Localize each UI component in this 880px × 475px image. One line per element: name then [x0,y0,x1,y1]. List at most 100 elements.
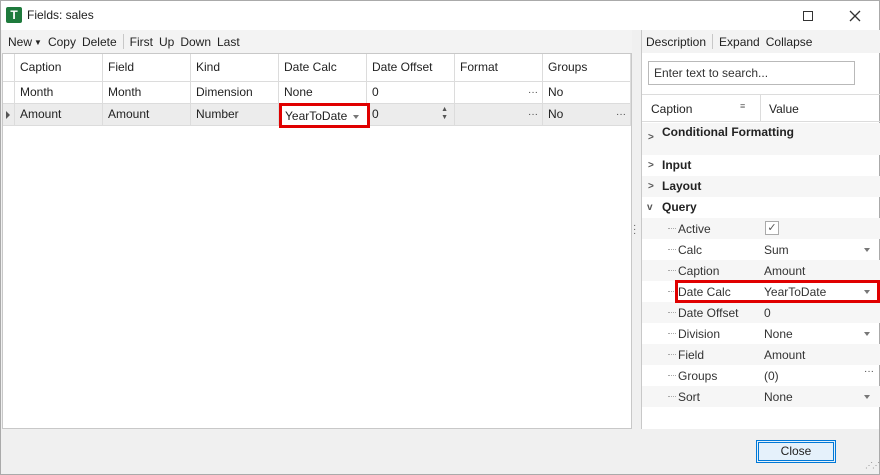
down-button[interactable]: Down [180,35,211,49]
field-cell[interactable]: Amount [103,104,191,126]
close-icon [849,10,861,21]
tree-line [668,354,676,355]
ellipsis-icon[interactable]: ··· [616,104,626,125]
tree-line [668,270,676,271]
description-button[interactable]: Description [646,35,706,49]
date-calc-cell[interactable]: None [279,82,367,104]
property-label: Date Offset [678,306,739,320]
chevron-down-icon[interactable] [864,248,870,252]
chevron-down-icon[interactable]: v [647,202,653,213]
kind-cell[interactable]: Number [191,104,279,126]
property-row-field[interactable]: Field Amount [642,344,880,365]
column-header[interactable]: Caption [15,54,103,82]
column-header[interactable]: Date Calc [279,54,367,82]
tree-line [668,228,676,229]
property-row-caption[interactable]: Caption Amount [642,260,880,281]
sort-icon[interactable]: ≡ [740,101,745,111]
header-separator [760,95,761,122]
property-value[interactable]: None [764,390,793,404]
property-value[interactable]: Amount [764,348,805,362]
category-label: Conditional Formatting [662,125,794,139]
property-value[interactable]: Amount [764,264,805,278]
groups-value: No [548,107,564,121]
column-header[interactable]: Format [455,54,543,82]
tree-line [668,396,676,397]
spin-icon[interactable]: ▲ ▼ [441,106,448,122]
grid-header: Caption Field Kind Date Calc Date Offset… [3,54,631,82]
grid-toolbar: New ▼ Copy Delete First Up Down Last [2,30,632,53]
property-value[interactable]: (0) [764,369,779,383]
format-cell[interactable]: ··· [455,104,543,126]
date-calc-highlight [675,280,880,303]
category-query[interactable]: v Query [642,197,880,218]
property-grid-header: Caption ≡ Value [642,94,880,122]
first-button[interactable]: First [130,35,153,49]
column-header[interactable]: Field [103,54,191,82]
table-row[interactable]: Month Month Dimension None 0 ··· No [3,82,631,104]
chevron-down-icon[interactable] [864,395,870,399]
category-input[interactable]: > Input [642,155,880,176]
copy-button[interactable]: Copy [48,35,76,49]
maximize-icon [803,10,813,21]
property-value[interactable]: None [764,327,793,341]
chevron-right-icon[interactable]: > [648,160,654,171]
property-value[interactable]: 0 [764,306,771,320]
current-row-icon [6,111,10,119]
property-row-date-offset[interactable]: Date Offset 0 [642,302,880,323]
expand-button[interactable]: Expand [719,35,760,49]
active-checkbox[interactable]: ✓ [765,221,779,235]
search-input[interactable]: Enter text to search... [648,61,855,85]
maximize-button[interactable] [785,1,831,30]
ellipsis-icon[interactable]: ··· [864,366,874,377]
caption-cell[interactable]: Amount [15,104,103,126]
value-column-header[interactable]: Value [769,102,799,116]
column-header[interactable]: Kind [191,54,279,82]
property-row-active[interactable]: Active ✓ [642,218,880,239]
resize-grip-icon[interactable]: ⋰⋰ [865,461,880,470]
property-row-division[interactable]: Division None [642,323,880,344]
delete-button[interactable]: Delete [82,35,117,49]
property-row-calc[interactable]: Calc Sum [642,239,880,260]
tree-line [668,312,676,313]
column-header[interactable]: Groups [543,54,631,82]
property-row-groups[interactable]: Groups (0) ··· [642,365,880,386]
up-button[interactable]: Up [159,35,174,49]
chevron-right-icon[interactable]: > [648,181,654,192]
splitter-handle[interactable]: · · · [633,221,637,239]
date-offset-cell[interactable]: 0 [367,82,455,104]
collapse-button[interactable]: Collapse [766,35,813,49]
format-cell[interactable]: ··· [455,82,543,104]
kind-cell[interactable]: Dimension [191,82,279,104]
new-button[interactable]: New ▼ [8,35,42,49]
field-cell[interactable]: Month [103,82,191,104]
category-conditional-formatting[interactable]: > Conditional Formatting [642,123,880,155]
window-title: Fields: sales [27,8,94,22]
property-value[interactable]: Sum [764,243,789,257]
date-offset-cell[interactable]: 0 ▲ ▼ [367,104,455,126]
property-toolbar: Description Expand Collapse [642,30,880,53]
caption-column-header[interactable]: Caption [651,102,692,116]
date-offset-value: 0 [372,107,379,121]
property-row-sort[interactable]: Sort None [642,386,880,407]
category-layout[interactable]: > Layout [642,176,880,197]
groups-cell[interactable]: No ··· [543,104,631,126]
date-calc-editor[interactable]: YearToDate [279,103,370,128]
ellipsis-icon[interactable]: ··· [528,82,538,103]
category-label: Input [662,158,692,172]
fields-grid[interactable]: Caption Field Kind Date Calc Date Offset… [2,53,632,429]
chevron-down-icon[interactable] [353,115,359,119]
fields-panel: New ▼ Copy Delete First Up Down Last Capt… [2,30,632,429]
chevron-right-icon[interactable]: > [648,132,654,143]
chevron-down-icon[interactable] [864,332,870,336]
last-button[interactable]: Last [217,35,240,49]
row-indicator [3,104,15,126]
ellipsis-icon[interactable]: ··· [528,104,538,125]
row-indicator [3,82,15,104]
window-close-button[interactable] [832,1,878,30]
date-calc-editor-value: YearToDate [285,109,348,123]
tree-line [668,333,676,334]
column-header[interactable]: Date Offset [367,54,455,82]
close-button[interactable]: Close [756,440,836,463]
groups-cell[interactable]: No [543,82,631,104]
caption-cell[interactable]: Month [15,82,103,104]
